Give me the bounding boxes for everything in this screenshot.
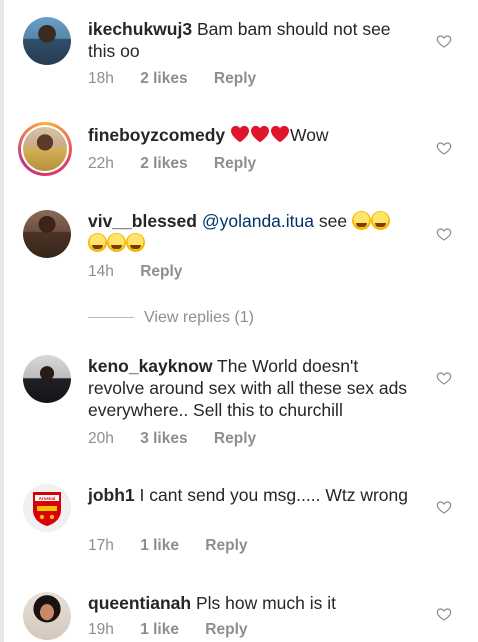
comment-meta: 20h 3 likes Reply bbox=[88, 430, 278, 448]
avatar[interactable] bbox=[23, 17, 71, 65]
comment-meta: 17h 1 like Reply bbox=[88, 537, 270, 555]
comment-time: 17h bbox=[88, 537, 114, 554]
reply-button[interactable]: Reply bbox=[205, 621, 247, 638]
like-heart-icon[interactable] bbox=[436, 606, 452, 622]
left-edge-strip bbox=[0, 0, 4, 642]
comment-username[interactable]: viv__blessed bbox=[88, 211, 197, 231]
view-replies-divider bbox=[88, 317, 134, 319]
comment-text: fineboyzcomedy Wow bbox=[88, 124, 408, 146]
arsenal-crest-label: Arsenal bbox=[39, 496, 56, 501]
like-heart-icon[interactable] bbox=[436, 226, 452, 242]
comment-meta: 18h 2 likes Reply bbox=[88, 70, 278, 88]
reply-button[interactable]: Reply bbox=[140, 263, 182, 280]
comment-meta: 22h 2 likes Reply bbox=[88, 155, 278, 173]
avatar[interactable]: Arsenal bbox=[23, 484, 71, 532]
comment-likes[interactable]: 1 like bbox=[140, 537, 179, 554]
avatar[interactable] bbox=[23, 210, 71, 258]
avatar[interactable] bbox=[18, 122, 72, 176]
comment-time: 18h bbox=[88, 70, 114, 87]
laughing-emoji-icon bbox=[88, 233, 107, 252]
comment-username[interactable]: ikechukwuj3 bbox=[88, 19, 192, 39]
avatar[interactable] bbox=[23, 592, 71, 640]
red-heart-emoji-icon bbox=[251, 125, 269, 143]
comment-text: jobh1 I cant send you msg..... Wtz wrong bbox=[88, 484, 408, 506]
comment-body: Pls how much is it bbox=[195, 593, 336, 613]
comment-likes[interactable]: 2 likes bbox=[140, 155, 187, 172]
comment-time: 19h bbox=[88, 621, 114, 638]
rofl-emoji-icon bbox=[107, 233, 126, 252]
comment-body: Wow bbox=[290, 125, 329, 145]
avatar[interactable] bbox=[23, 355, 71, 403]
reply-button[interactable]: Reply bbox=[214, 70, 256, 87]
comment-username[interactable]: queentianah bbox=[88, 593, 191, 613]
comment-meta: 19h 1 like Reply bbox=[88, 621, 270, 639]
mention-link[interactable]: @yolanda.itua bbox=[202, 211, 314, 231]
like-heart-icon[interactable] bbox=[436, 499, 452, 515]
like-heart-icon[interactable] bbox=[436, 33, 452, 49]
comment-username[interactable]: keno_kayknow bbox=[88, 356, 213, 376]
comment-body: I cant send you msg..... Wtz wrong bbox=[139, 485, 408, 505]
comment-likes[interactable]: 1 like bbox=[140, 621, 179, 638]
comment-text: ikechukwuj3 Bam bam should not see this … bbox=[88, 18, 408, 62]
comment-text: viv__blessed @yolanda.itua see bbox=[88, 210, 408, 254]
comment-username[interactable]: jobh1 bbox=[88, 485, 135, 505]
comment-time: 20h bbox=[88, 430, 114, 447]
comment-meta: 14h Reply bbox=[88, 263, 204, 281]
reply-button[interactable]: Reply bbox=[214, 155, 256, 172]
comment-likes[interactable]: 2 likes bbox=[140, 70, 187, 87]
comment-time: 22h bbox=[88, 155, 114, 172]
comment-text: queentianah Pls how much is it bbox=[88, 592, 408, 614]
comment-time: 14h bbox=[88, 263, 114, 280]
red-heart-emoji-icon bbox=[231, 125, 249, 143]
arsenal-crest-icon: Arsenal bbox=[23, 484, 71, 532]
comment-body: see bbox=[318, 211, 348, 231]
view-replies-label: View replies (1) bbox=[144, 309, 254, 326]
like-heart-icon[interactable] bbox=[436, 140, 452, 156]
comment-text: keno_kayknow The World doesn't revolve a… bbox=[88, 355, 408, 421]
like-heart-icon[interactable] bbox=[436, 370, 452, 386]
view-replies-button[interactable]: View replies (1) bbox=[88, 309, 254, 327]
comment-username[interactable]: fineboyzcomedy bbox=[88, 125, 225, 145]
reply-button[interactable]: Reply bbox=[205, 537, 247, 554]
laughing-emoji-icon bbox=[370, 211, 390, 230]
rofl-emoji-icon bbox=[126, 233, 145, 252]
comment-likes[interactable]: 3 likes bbox=[140, 430, 187, 447]
laughing-emoji-icon bbox=[351, 211, 371, 230]
reply-button[interactable]: Reply bbox=[214, 430, 256, 447]
red-heart-emoji-icon bbox=[271, 125, 289, 143]
